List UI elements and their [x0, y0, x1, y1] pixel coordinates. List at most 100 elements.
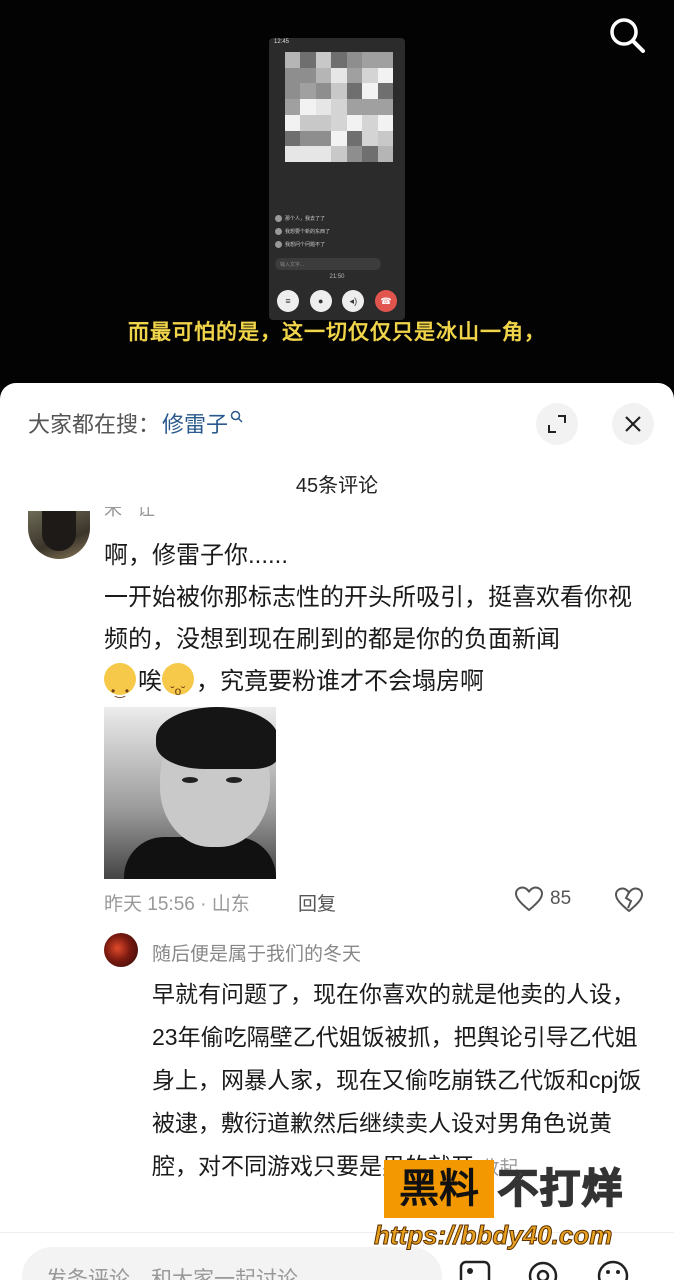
- emoji-icon[interactable]: [596, 1259, 630, 1280]
- mosaic-cell: [315, 146, 332, 162]
- mic-icon: ●: [309, 290, 332, 312]
- watermark-logo: 黑料 不打烊: [384, 1160, 674, 1220]
- search-icon: [230, 410, 243, 426]
- comment-image[interactable]: [104, 707, 276, 879]
- phone-screenshot: 12:45 那个人，我去了了 我想要个新的东西了 我想问个问题不了 输入文字..…: [269, 38, 405, 320]
- mosaic-cell: [346, 130, 363, 147]
- mosaic-cell: [331, 146, 347, 162]
- mosaic-cell: [362, 130, 378, 147]
- mosaic-cell: [377, 99, 393, 115]
- search-icon[interactable]: [604, 12, 650, 58]
- mosaic-cell: [285, 67, 301, 84]
- like-button[interactable]: 85: [514, 885, 571, 913]
- mosaic-cell: [377, 114, 393, 131]
- watermark-text: 不打烊: [497, 1166, 624, 1212]
- sigh-emoji-icon: [162, 663, 194, 712]
- avatar[interactable]: [104, 933, 138, 967]
- mosaic-cell: [285, 114, 301, 131]
- mosaic-cell: [315, 99, 332, 115]
- mosaic-cell: [362, 99, 378, 115]
- comment-count: 45条评论: [295, 475, 379, 497]
- comment-input[interactable]: 发条评论，和大家一起讨论: [22, 1247, 442, 1280]
- close-icon: [625, 416, 641, 432]
- mosaic-cell: [300, 99, 316, 115]
- chat-line: 我想问个问题不了: [285, 242, 326, 248]
- mosaic-cell: [300, 83, 316, 100]
- mosaic-cell: [377, 130, 393, 147]
- comment-inline: ，究竟要粉谁才不会塌房啊: [196, 668, 484, 695]
- hangup-icon: ☎: [374, 290, 397, 312]
- comment-meta: 昨天 15:56 · 山东: [104, 894, 250, 915]
- video-player[interactable]: 12:45 那个人，我去了了 我想要个新的东西了 我想问个问题不了 输入文字..…: [0, 0, 674, 395]
- mosaic-cell: [377, 83, 393, 100]
- like-count: 85: [550, 888, 572, 909]
- comment-author[interactable]: 米 让: [104, 507, 155, 517]
- call-time: 21:50: [329, 274, 345, 280]
- watermark-url: https://bbdy40.com: [373, 1220, 613, 1251]
- mosaic-cell: [331, 83, 347, 100]
- close-button[interactable]: [612, 403, 654, 445]
- watermark-box: 黑料: [384, 1160, 494, 1218]
- comment-line: 一开始被你那标志性的开头所吸引，挺喜欢看你视频的，没想到现在刷到的都是你的负面新…: [104, 584, 632, 653]
- comment-line: 啊，修雷子你......: [104, 542, 289, 569]
- hot-search-term[interactable]: 修雷子: [162, 407, 228, 439]
- mosaic-cell: [300, 146, 316, 162]
- mosaic-cell: [331, 67, 347, 84]
- mosaic-cell: [331, 130, 347, 147]
- video-subtitle: 而最可怕的是，这一切仅仅只是冰山一角，: [128, 321, 546, 344]
- smile-emoji-icon: [104, 663, 136, 712]
- expand-icon: [548, 415, 566, 433]
- mosaic-cell: [315, 114, 332, 131]
- mosaic-cell: [315, 130, 332, 147]
- mosaic-cell: [377, 67, 393, 84]
- comment-inline: 唉: [138, 668, 162, 695]
- mosaic-cell: [285, 83, 301, 100]
- mosaic-cell: [346, 67, 363, 84]
- heart-icon: [514, 886, 544, 912]
- comments-panel: 大家都在搜： 修雷子 45条评论 米 让 啊，修雷子你...... 一开始被你那…: [0, 383, 674, 1280]
- expand-button[interactable]: [536, 403, 578, 445]
- comment-body: 早就有问题了，现在你喜欢的就是他卖的人设，23年偷吃隔壁乙代姐饭被抓，把舆论引导…: [152, 981, 642, 1179]
- call-controls: ≡ ● ◂) ☎: [277, 290, 397, 312]
- mosaic-cell: [315, 52, 332, 68]
- mosaic-cell: [377, 52, 393, 68]
- mosaic-cell: [346, 99, 363, 115]
- mosaic-cell: [346, 83, 363, 100]
- comment-author[interactable]: 随后便是属于我们的冬天: [152, 939, 361, 966]
- phone-chat: 那个人，我去了了 我想要个新的东西了 我想问个问题不了: [275, 212, 395, 251]
- reply-button[interactable]: 回复: [298, 889, 336, 916]
- mosaic-cell: [346, 114, 363, 131]
- mosaic-blur: [285, 52, 393, 162]
- menu-icon: ≡: [277, 290, 299, 312]
- image-icon[interactable]: [458, 1259, 492, 1280]
- avatar[interactable]: [28, 511, 90, 559]
- mosaic-cell: [331, 52, 347, 68]
- dislike-button[interactable]: [614, 886, 644, 919]
- mosaic-cell: [315, 67, 332, 84]
- chat-line: 那个人，我去了了: [285, 216, 326, 222]
- hot-search[interactable]: 大家都在搜： 修雷子: [28, 407, 243, 439]
- mosaic-cell: [285, 146, 301, 162]
- chat-line: 我想要个新的东西了: [285, 229, 331, 235]
- mosaic-cell: [300, 114, 316, 131]
- mosaic-cell: [377, 146, 393, 162]
- mosaic-cell: [300, 52, 316, 68]
- mosaic-cell: [346, 52, 363, 68]
- mosaic-cell: [362, 146, 378, 162]
- mosaic-cell: [362, 67, 378, 84]
- mosaic-cell: [285, 52, 301, 68]
- comment-text: 早就有问题了，现在你喜欢的就是他卖的人设，23年偷吃隔壁乙代姐饭被抓，把舆论引导…: [152, 973, 646, 1190]
- mosaic-cell: [362, 83, 378, 100]
- at-icon[interactable]: [526, 1259, 560, 1280]
- mosaic-cell: [300, 67, 316, 84]
- mosaic-cell: [315, 83, 332, 100]
- mosaic-cell: [362, 114, 378, 131]
- mosaic-cell: [300, 130, 316, 147]
- hot-search-prefix: 大家都在搜：: [28, 412, 161, 437]
- comment-text: 啊，修雷子你...... 一开始被你那标志性的开头所吸引，挺喜欢看你视频的，没想…: [104, 535, 649, 712]
- mosaic-cell: [346, 146, 363, 162]
- phone-input: 输入文字...: [275, 258, 381, 270]
- mosaic-cell: [331, 114, 347, 131]
- phone-status-time: 12:45: [274, 39, 290, 45]
- mosaic-cell: [285, 130, 301, 147]
